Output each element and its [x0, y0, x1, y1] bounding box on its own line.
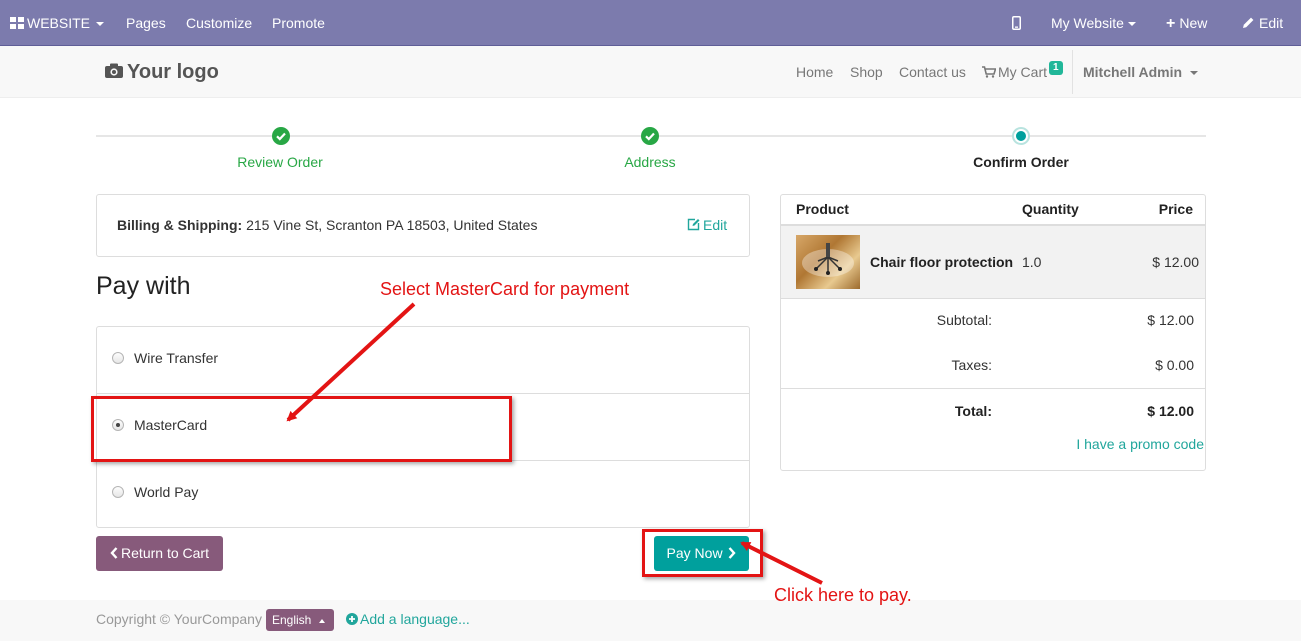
- arrow-to-pay-now: [740, 541, 823, 585]
- annotation-arrows: [286, 302, 823, 585]
- arrow-to-mastercard: [286, 302, 416, 422]
